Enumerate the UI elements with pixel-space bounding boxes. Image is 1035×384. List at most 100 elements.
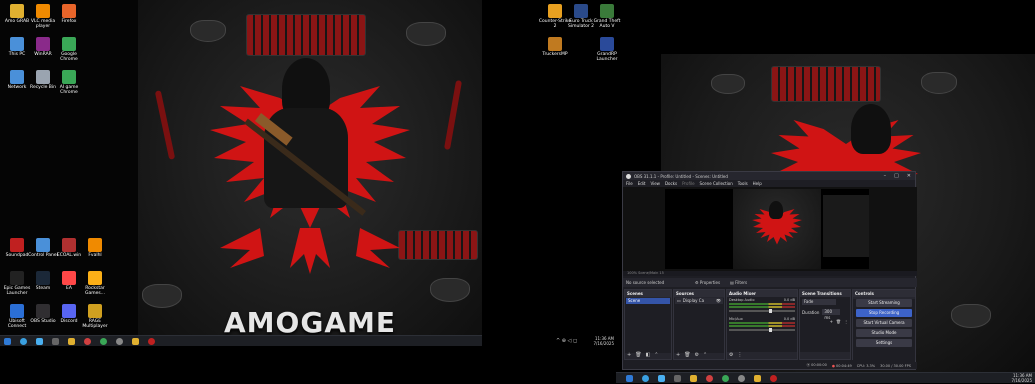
volume-fader[interactable] <box>729 328 795 332</box>
stream-timer: ⦿ 00:00:00 <box>806 363 827 367</box>
source-settings-button[interactable]: ⚙ <box>695 352 699 358</box>
properties-button[interactable]: ⚙ Properties <box>695 280 720 285</box>
taskbar <box>0 335 482 346</box>
add-transition-button[interactable]: + <box>830 319 833 324</box>
add-scene-button[interactable]: + <box>627 352 631 358</box>
transition-select[interactable]: Fade <box>802 299 836 305</box>
scenes-toolbar: + 🗑 ◧ ⌃ <box>625 350 671 359</box>
desktop-icon[interactable]: Grand Theft Auto V <box>590 4 624 29</box>
menu-edit[interactable]: Edit <box>638 181 646 186</box>
stop-recording-button[interactable]: Stop Recording <box>856 309 912 317</box>
vlc-icon <box>36 4 50 18</box>
close-button[interactable]: ✕ <box>907 173 911 179</box>
mixer-channel-desktop: Desktop Audio 0.0 dB <box>727 297 797 313</box>
volume-meter <box>729 325 795 327</box>
source-label: Display Ca <box>682 298 705 303</box>
obs-titlebar[interactable]: OBS 31.1.1 - Profile: Untitled - Scenes:… <box>623 172 915 180</box>
dual-monitor-screenshot: AMOGAME Amo GRAB VLC media player Firefox T… <box>0 0 1035 384</box>
settings-button[interactable]: Settings <box>856 339 912 347</box>
audio-mixer-header: Audio Mixer <box>727 290 797 297</box>
gamepad-decor <box>190 20 226 42</box>
desktop-icon[interactable]: GrandRP Launcher <box>590 37 624 62</box>
studio-mode-button[interactable]: Studio Mode <box>856 329 912 337</box>
taskbar-app-icon[interactable] <box>642 375 649 382</box>
taskbar-app-icon[interactable] <box>132 338 139 345</box>
desktop-icon[interactable]: Firefox <box>52 4 86 24</box>
menu-tools[interactable]: Tools <box>738 181 748 186</box>
taskbar-app-icon[interactable] <box>738 375 745 382</box>
transition-menu-button[interactable]: ⋮ <box>844 319 848 324</box>
remove-scene-button[interactable]: 🗑 <box>635 352 641 358</box>
move-up-button[interactable]: ⌃ <box>703 352 707 358</box>
menu-view[interactable]: View <box>650 181 660 186</box>
taskbar-app-icon[interactable] <box>84 338 91 345</box>
remove-transition-button[interactable]: 🗑 <box>836 319 841 324</box>
obs-window[interactable]: OBS 31.1.1 - Profile: Untitled - Scenes:… <box>622 171 917 370</box>
mixer-menu-button[interactable]: ⋮ <box>737 352 742 358</box>
rage-icon <box>88 304 102 318</box>
visibility-icon[interactable]: 👁 <box>716 298 723 304</box>
volume-fader[interactable] <box>729 309 795 313</box>
menu-file[interactable]: File <box>626 181 633 186</box>
soundpad-icon <box>10 238 24 252</box>
move-up-button[interactable]: ⌃ <box>654 352 658 358</box>
scene-item[interactable]: Scene <box>626 298 670 304</box>
desktop-icon-label: Rockstar Games... <box>84 286 106 296</box>
desktop-icon[interactable]: Google Chrome <box>52 37 86 62</box>
desktop-icon[interactable]: TruckersMP <box>538 37 572 57</box>
desktop-icon[interactable]: Rockstar Games... <box>78 271 112 296</box>
network-icon <box>10 70 24 84</box>
taskbar-app-icon[interactable] <box>116 338 123 345</box>
preview-status: 100% Scene/Main 15 <box>623 271 917 276</box>
start-virtual-camera-button[interactable]: Start Virtual Camera <box>856 319 912 327</box>
menu-profile[interactable]: Profile <box>682 181 694 186</box>
clock-date: 7/16/2025 <box>593 340 614 346</box>
winrar-icon <box>36 37 50 51</box>
mixer-settings-button[interactable]: ⚙ <box>729 352 733 358</box>
desktop-icon[interactable]: RAGE Multiplayer <box>78 304 112 329</box>
taskbar-app-icon[interactable] <box>754 375 761 382</box>
start-button[interactable] <box>626 375 633 382</box>
remove-source-button[interactable]: 🗑 <box>684 352 690 358</box>
taskbar-app-icon[interactable] <box>36 338 43 345</box>
gamepad-decor <box>142 284 182 308</box>
keyboard-decor <box>246 14 366 56</box>
taskbar-app-icon[interactable] <box>52 338 59 345</box>
desktop-icon[interactable]: AI game Chrome <box>52 70 86 95</box>
tray-icons[interactable]: ^ ⊕ ◁ ◻ <box>556 338 577 344</box>
folder-icon[interactable] <box>68 338 75 345</box>
taskbar-app-icon[interactable] <box>770 375 777 382</box>
maximize-button[interactable]: □ <box>894 173 899 179</box>
taskbar-app-icon[interactable] <box>20 338 27 345</box>
menu-scene-collection[interactable]: Scene Collection <box>700 181 733 186</box>
desktop-icon-label: Fvalhl <box>88 253 102 258</box>
taskbar-app-icon[interactable] <box>674 375 681 382</box>
taskbar-clock-1[interactable]: 11:36 AM 7/16/2025 <box>586 336 614 346</box>
chrome-icon[interactable] <box>722 375 729 382</box>
preview-canvas[interactable] <box>623 187 917 271</box>
start-button[interactable] <box>4 338 11 345</box>
taskbar-app-icon[interactable] <box>658 375 665 382</box>
chrome-icon[interactable] <box>100 338 107 345</box>
channel-db: 0.0 dB <box>783 298 795 302</box>
preview-desktop <box>665 189 869 269</box>
truckersmp-icon <box>548 37 562 51</box>
filters-button[interactable]: ▤ Filters <box>730 280 747 285</box>
no-source-label: No source selected <box>626 280 665 285</box>
start-streaming-button[interactable]: Start Streaming <box>856 299 912 307</box>
duration-input[interactable]: 300 ms <box>822 309 841 320</box>
add-source-button[interactable]: + <box>676 352 680 358</box>
minimize-button[interactable]: – <box>884 173 887 179</box>
menu-help[interactable]: Help <box>753 181 762 186</box>
menu-docks[interactable]: Docks <box>665 181 677 186</box>
source-item[interactable]: ▭ Display Ca 👁 <box>675 298 723 304</box>
scene-filters-button[interactable]: ◧ <box>646 352 651 358</box>
epic-icon <box>10 271 24 285</box>
taskbar-clock-2[interactable]: 11:36 AM 7/16/2025 <box>1006 373 1032 383</box>
taskbar-app-icon[interactable] <box>148 338 155 345</box>
hooded-figure <box>851 104 891 154</box>
taskbar-app-icon[interactable] <box>706 375 713 382</box>
desktop-icon[interactable]: Fvalhl <box>78 238 112 258</box>
folder-icon[interactable] <box>690 375 697 382</box>
taskbar-2: 11:36 AM 7/16/2025 <box>616 372 1035 383</box>
